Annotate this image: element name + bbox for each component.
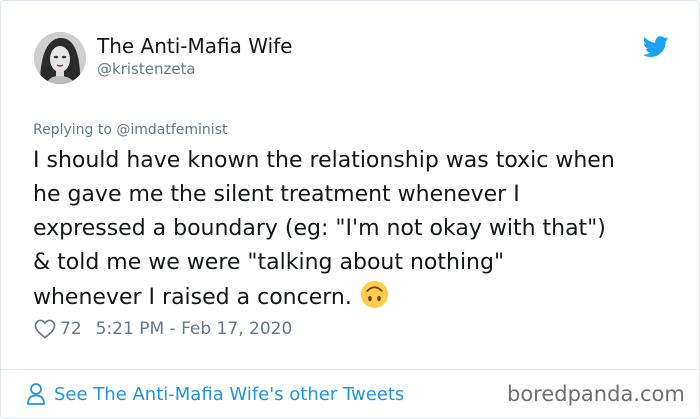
like-count[interactable]: 72 — [60, 319, 82, 339]
tweet-timestamp[interactable]: 5:21 PM - Feb 17, 2020 — [96, 319, 293, 339]
author-handle[interactable]: @kristenzeta — [97, 60, 196, 78]
tweet-meta: 72 5:21 PM - Feb 17, 2020 — [34, 319, 292, 339]
heart-icon[interactable] — [34, 319, 56, 339]
replying-to[interactable]: Replying to @imdatfeminist — [33, 122, 227, 138]
tweet-text: I should have known the relationship was… — [33, 148, 615, 310]
upside-down-face-emoji-icon — [360, 280, 388, 309]
divider — [1, 369, 699, 370]
see-other-tweets-label[interactable]: See The Anti-Mafia Wife's other Tweets — [54, 384, 404, 405]
avatar[interactable] — [34, 32, 86, 84]
author-display-name[interactable]: The Anti-Mafia Wife — [97, 34, 293, 58]
watermark: boredpanda.com — [507, 382, 685, 406]
twitter-bird-icon[interactable] — [643, 36, 669, 58]
person-icon — [27, 383, 45, 405]
tweet-text-block: I should have known the relationship was… — [33, 144, 673, 315]
avatar-portrait-image — [34, 32, 86, 84]
see-other-tweets-link[interactable]: See The Anti-Mafia Wife's other Tweets — [26, 382, 404, 406]
tweet-card: The Anti-Mafia Wife @kristenzeta Replyin… — [0, 0, 700, 419]
